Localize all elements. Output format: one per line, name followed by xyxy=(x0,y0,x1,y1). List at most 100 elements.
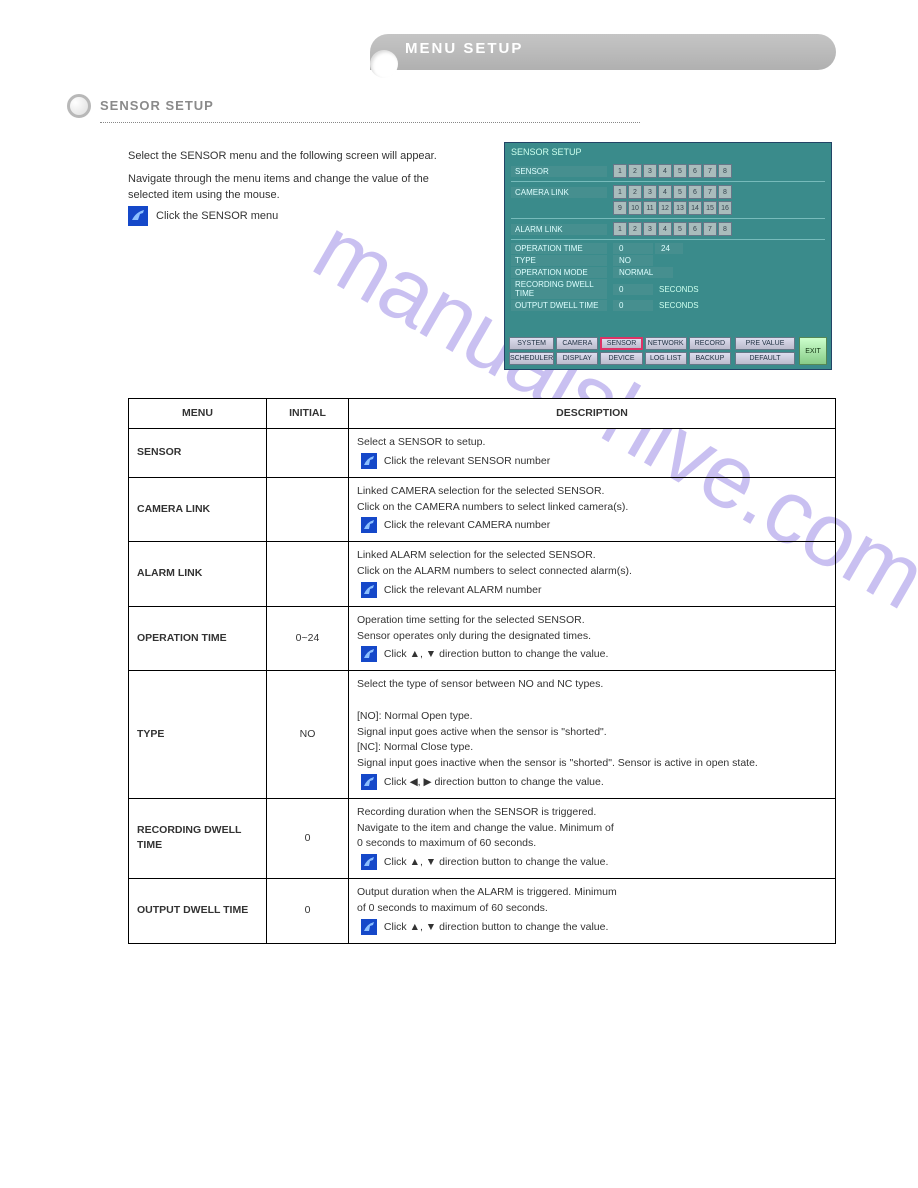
shot-num[interactable]: 16 xyxy=(718,201,732,215)
th-menu: MENU xyxy=(129,399,267,429)
shot-num[interactable]: 5 xyxy=(673,222,687,236)
shot-num[interactable]: 4 xyxy=(658,222,672,236)
intro-text: Select the SENSOR menu and the following… xyxy=(128,148,468,204)
shot-type-value[interactable]: NO xyxy=(613,255,653,266)
shot-num[interactable]: 6 xyxy=(688,164,702,178)
section-title: SENSOR SETUP xyxy=(100,98,214,113)
td-initial xyxy=(267,542,349,607)
shot-num[interactable]: 3 xyxy=(643,164,657,178)
table-row: SENSORSelect a SENSOR to setup. Click th… xyxy=(129,429,836,478)
shot-bottom-bar: SYSTEM CAMERA SENSOR NETWORK RECORD SCHE… xyxy=(509,337,827,365)
shot-num[interactable]: 6 xyxy=(688,185,702,199)
shot-num[interactable]: 10 xyxy=(628,201,642,215)
shot-btn-loglist[interactable]: LOG LIST xyxy=(645,352,687,365)
shot-num[interactable]: 5 xyxy=(673,164,687,178)
shot-num[interactable]: 12 xyxy=(658,201,672,215)
shot-rec-dwell-value[interactable]: 0 xyxy=(613,284,653,295)
shot-num[interactable]: 8 xyxy=(718,222,732,236)
mouse-icon xyxy=(359,917,379,937)
table-row: RECORDING DWELL TIME0Recording duration … xyxy=(129,798,836,878)
table-row: OUTPUT DWELL TIME0Output duration when t… xyxy=(129,879,836,944)
shot-num[interactable]: 14 xyxy=(688,201,702,215)
shot-num[interactable]: 3 xyxy=(643,222,657,236)
td-initial: NO xyxy=(267,671,349,799)
intro-mouse-text: Click the SENSOR menu xyxy=(156,210,278,222)
td-menu: TYPE xyxy=(129,671,267,799)
mouse-icon xyxy=(359,772,379,792)
shot-btn-default[interactable]: DEFAULT xyxy=(735,352,795,365)
shot-btn-record[interactable]: RECORD xyxy=(689,337,731,350)
shot-btn-camera[interactable]: CAMERA xyxy=(556,337,598,350)
shot-btn-backup[interactable]: BACKUP xyxy=(689,352,731,365)
shot-out-dwell-label: OUTPUT DWELL TIME xyxy=(511,300,607,311)
shot-num[interactable]: 8 xyxy=(718,164,732,178)
td-desc: Operation time setting for the selected … xyxy=(349,606,836,671)
td-menu: OUTPUT DWELL TIME xyxy=(129,879,267,944)
shot-btn-sensor[interactable]: SENSOR xyxy=(600,337,642,350)
shot-op-time-v2[interactable]: 24 xyxy=(655,243,683,254)
td-menu: RECORDING DWELL TIME xyxy=(129,798,267,878)
shot-op-mode-value[interactable]: NORMAL xyxy=(613,267,673,278)
shot-num[interactable]: 2 xyxy=(628,164,642,178)
mouse-icon xyxy=(359,852,379,872)
shot-num[interactable]: 3 xyxy=(643,185,657,199)
shot-num[interactable]: 4 xyxy=(658,185,672,199)
shot-sensor-nums: 1 2 3 4 5 6 7 8 xyxy=(613,164,732,178)
shot-num[interactable]: 1 xyxy=(613,164,627,178)
table-row: OPERATION TIME0~24Operation time setting… xyxy=(129,606,836,671)
page-title: MENU SETUP xyxy=(405,40,523,57)
table-row: TYPENOSelect the type of sensor between … xyxy=(129,671,836,799)
table-header-row: MENU INITIAL DESCRIPTION xyxy=(129,399,836,429)
td-desc: Linked CAMERA selection for the selected… xyxy=(349,477,836,542)
td-menu: CAMERA LINK xyxy=(129,477,267,542)
shot-alarm-label: ALARM LINK xyxy=(511,224,607,235)
td-menu: OPERATION TIME xyxy=(129,606,267,671)
th-initial: INITIAL xyxy=(267,399,349,429)
screenshot-panel: SENSOR SETUP SENSOR 1 2 3 4 5 6 7 8 CAME… xyxy=(504,142,832,370)
shot-num[interactable]: 2 xyxy=(628,185,642,199)
shot-btn-exit[interactable]: EXIT xyxy=(799,337,827,365)
shot-btn-device[interactable]: DEVICE xyxy=(600,352,642,365)
shot-out-dwell-value[interactable]: 0 xyxy=(613,300,653,311)
td-menu: ALARM LINK xyxy=(129,542,267,607)
mouse-icon xyxy=(359,644,379,664)
shot-num[interactable]: 5 xyxy=(673,185,687,199)
shot-num[interactable]: 9 xyxy=(613,201,627,215)
td-initial xyxy=(267,429,349,478)
table-row: ALARM LINK Linked ALARM selection for the… xyxy=(129,542,836,607)
shot-btn-system[interactable]: SYSTEM xyxy=(509,337,554,350)
shot-op-mode-label: OPERATION MODE xyxy=(511,267,607,278)
shot-btn-network[interactable]: NETWORK xyxy=(645,337,687,350)
shot-num[interactable]: 8 xyxy=(718,185,732,199)
shot-btn-scheduler[interactable]: SCHEDULER xyxy=(509,352,554,365)
shot-btn-prevalue[interactable]: PRE VALUE xyxy=(735,337,795,350)
shot-num[interactable]: 13 xyxy=(673,201,687,215)
shot-num[interactable]: 2 xyxy=(628,222,642,236)
shot-seconds-unit: SECONDS xyxy=(659,285,699,294)
shot-seconds-unit: SECONDS xyxy=(659,301,699,310)
td-desc: Output duration when the ALARM is trigge… xyxy=(349,879,836,944)
settings-table: MENU INITIAL DESCRIPTION SENSORSelect a … xyxy=(128,398,836,944)
shot-rec-dwell-label: RECORDING DWELL TIME xyxy=(511,279,607,299)
td-desc: Select the type of sensor between NO and… xyxy=(349,671,836,799)
shot-num[interactable]: 4 xyxy=(658,164,672,178)
shot-num[interactable]: 15 xyxy=(703,201,717,215)
td-initial: 0 xyxy=(267,798,349,878)
table-row: CAMERA LINK Linked CAMERA selection for t… xyxy=(129,477,836,542)
shot-num[interactable]: 1 xyxy=(613,222,627,236)
shot-num[interactable]: 6 xyxy=(688,222,702,236)
bullet-icon xyxy=(67,94,91,118)
shot-sensor-label: SENSOR xyxy=(511,166,607,177)
td-desc: Linked ALARM selection for the selected … xyxy=(349,542,836,607)
shot-num[interactable]: 7 xyxy=(703,164,717,178)
shot-op-time-v1[interactable]: 0 xyxy=(613,243,653,254)
shot-num[interactable]: 7 xyxy=(703,185,717,199)
dotted-separator xyxy=(100,122,640,123)
shot-num[interactable]: 7 xyxy=(703,222,717,236)
shot-num[interactable]: 1 xyxy=(613,185,627,199)
shot-btn-display[interactable]: DISPLAY xyxy=(556,352,598,365)
shot-op-time-label: OPERATION TIME xyxy=(511,243,607,254)
td-desc: Recording duration when the SENSOR is tr… xyxy=(349,798,836,878)
shot-num[interactable]: 11 xyxy=(643,201,657,215)
shot-camera-label: CAMERA LINK xyxy=(511,187,607,198)
